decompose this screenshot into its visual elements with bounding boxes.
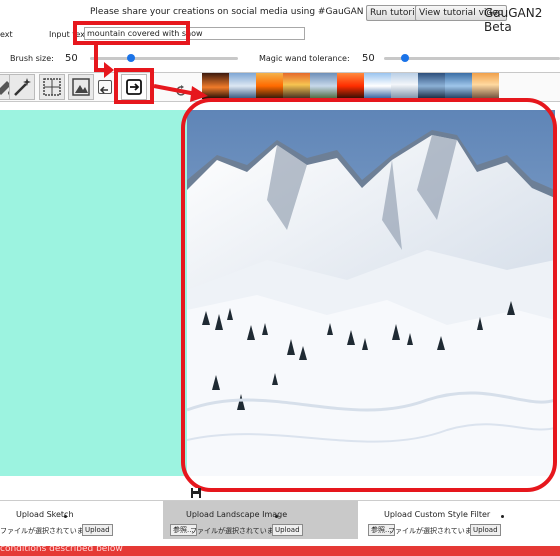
dot-icon [501,515,504,518]
style-thumbnail[interactable] [283,73,310,99]
share-message: Please share your creations on social me… [90,7,364,17]
style-thumbnail[interactable] [256,73,283,99]
style-thumbnail[interactable] [418,73,445,99]
style-thumbnail[interactable] [391,73,418,99]
brush-size-label: Brush size: [10,54,54,63]
magic-wand-label: Magic wand tolerance: [259,54,350,63]
style-thumbnail[interactable] [364,73,391,99]
undo-icon[interactable] [98,80,112,94]
segmentation-canvas[interactable] [0,110,187,476]
style-thumbnail[interactable] [310,73,337,99]
style-thumbnail[interactable] [202,73,229,99]
dot-icon [64,515,67,518]
upload-style-filter-label: Upload Custom Style Filter [384,510,491,519]
style-thumbnail[interactable] [445,73,472,99]
brush-size-slider[interactable] [90,54,238,62]
style-thumbnail[interactable] [229,73,256,99]
app-title: GauGAN2 Beta [484,6,543,34]
magic-wand-value: 50 [362,53,375,64]
grid-select-icon[interactable] [39,74,65,100]
magic-wand-slider[interactable] [384,54,560,62]
floppy-disk-icon[interactable] [190,484,202,498]
highlight-render-button [114,68,154,104]
upload-sketch-button[interactable]: Upload [82,524,113,536]
left-text-fragment: ext [0,30,13,39]
refresh-icon[interactable] [175,82,187,96]
upload-landscape-button[interactable]: Upload [272,524,303,536]
brush-size-slider-thumb[interactable] [127,54,136,62]
upload-landscape-label: Upload Landscape Image [186,510,288,519]
highlight-input-text [73,21,190,45]
dot-icon [275,515,278,518]
style-thumbnail[interactable] [337,73,364,99]
magic-wand-slider-thumb[interactable] [401,54,410,62]
style-filter-strip [202,73,532,100]
image-grid-icon[interactable] [68,74,94,100]
footer-bar: conditions described below [0,546,560,556]
magic-wand-icon[interactable] [9,74,35,100]
upload-style-filter-button[interactable]: Upload [470,524,501,536]
footer-text: conditions described below [0,546,123,554]
style-thumbnail[interactable] [472,73,499,99]
brush-size-value: 50 [65,53,78,64]
highlight-generated-image [181,98,557,492]
